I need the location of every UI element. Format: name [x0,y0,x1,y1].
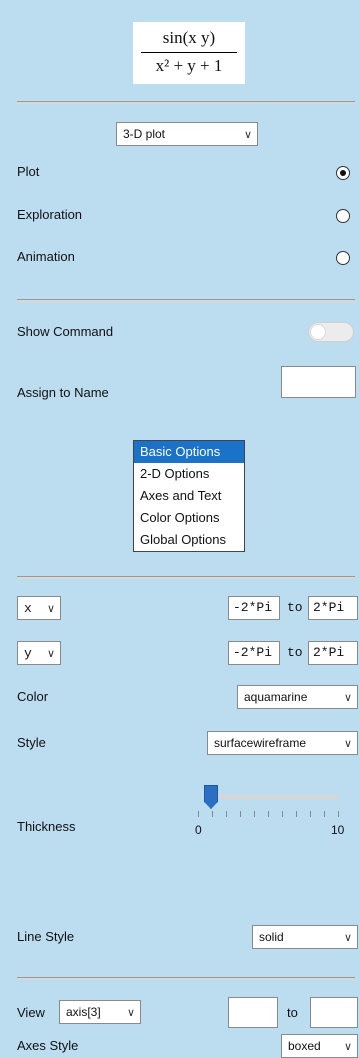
slider-tick [198,811,199,817]
range-from-input-y[interactable]: -2*Pi [228,641,280,665]
range-var-dropdown-y[interactable]: y ∨ [17,641,61,665]
view-to-label: to [287,1005,298,1020]
range-to-label: to [287,600,303,615]
plot-type-dropdown[interactable]: 3-D plot ∨ [116,122,258,146]
slider-tick [226,811,227,817]
mode-label-plot: Plot [17,164,40,179]
options-listbox[interactable]: Basic Options 2-D Options Axes and Text … [133,440,245,552]
line-style-value: solid [259,930,284,944]
view-dropdown[interactable]: axis[3] ∨ [59,1000,141,1024]
chevron-down-icon: ∨ [343,931,353,944]
assign-name-label: Assign to Name [17,385,109,400]
divider [17,576,355,579]
mode-radio-plot[interactable] [336,166,350,180]
chevron-down-icon: ∨ [126,1006,136,1019]
formula-denominator: x² + y + 1 [155,56,223,75]
formula-numerator: sin(x y) [162,28,216,47]
slider-tick [212,811,213,817]
show-command-toggle[interactable] [308,322,354,342]
slider-max-label: 10 [331,823,345,837]
list-item-2d-options[interactable]: 2-D Options [134,463,244,485]
list-item-color-options[interactable]: Color Options [134,507,244,529]
chevron-down-icon: ∨ [343,691,353,704]
mode-radio-animation[interactable] [336,251,350,265]
slider-tick [268,811,269,817]
plot-type-value: 3-D plot [123,127,166,141]
color-label: Color [17,689,49,704]
divider [17,299,355,302]
view-to-input[interactable] [310,997,358,1028]
slider-tick [324,811,325,817]
divider [17,101,355,104]
divider [17,977,355,980]
show-command-label: Show Command [17,324,114,339]
range-var-dropdown-x[interactable]: x ∨ [17,596,61,620]
chevron-down-icon: ∨ [343,737,353,750]
view-value: axis[3] [66,1005,101,1019]
slider-tick [338,811,339,817]
chevron-down-icon: ∨ [46,647,56,660]
slider-tick [282,811,283,817]
line-style-dropdown[interactable]: solid ∨ [252,925,358,949]
axes-style-dropdown[interactable]: boxed ∨ [281,1034,358,1058]
range-var-value: x [24,600,32,616]
chevron-down-icon: ∨ [46,602,56,615]
slider-tick [310,811,311,817]
slider-thumb[interactable] [204,785,218,809]
slider-tick [254,811,255,817]
chevron-down-icon: ∨ [243,128,253,141]
range-to-input-x[interactable]: 2*Pi [308,596,358,620]
range-from-input-x[interactable]: -2*Pi [228,596,280,620]
style-value: surfacewireframe [214,736,307,750]
view-label: View [17,1005,45,1020]
range-to-input-y[interactable]: 2*Pi [308,641,358,665]
slider-track [204,795,340,799]
list-item-global-options[interactable]: Global Options [134,529,244,551]
color-dropdown[interactable]: aquamarine ∨ [237,685,358,709]
mode-label-animation: Animation [17,249,75,264]
list-item-basic-options[interactable]: Basic Options [134,441,244,463]
color-value: aquamarine [244,690,308,704]
formula-display: sin(x y) x² + y + 1 [133,22,245,84]
view-from-input[interactable] [228,997,278,1028]
thickness-slider[interactable]: 0 10 [195,785,344,847]
range-to-label: to [287,645,303,660]
style-label: Style [17,735,46,750]
mode-label-exploration: Exploration [17,207,83,222]
style-dropdown[interactable]: surfacewireframe ∨ [207,731,358,755]
slider-min-label: 0 [195,823,202,837]
mode-radio-exploration[interactable] [336,209,350,223]
range-var-value: y [24,645,32,661]
slider-tick [296,811,297,817]
assign-name-input[interactable] [281,366,356,398]
slider-tick [240,811,241,817]
toggle-knob [310,324,326,340]
line-style-label: Line Style [17,929,75,944]
axes-style-value: boxed [288,1039,321,1053]
list-item-axes-text[interactable]: Axes and Text [134,485,244,507]
thickness-label: Thickness [17,819,76,834]
chevron-down-icon: ∨ [343,1040,353,1053]
formula-fraction-bar [141,52,237,53]
